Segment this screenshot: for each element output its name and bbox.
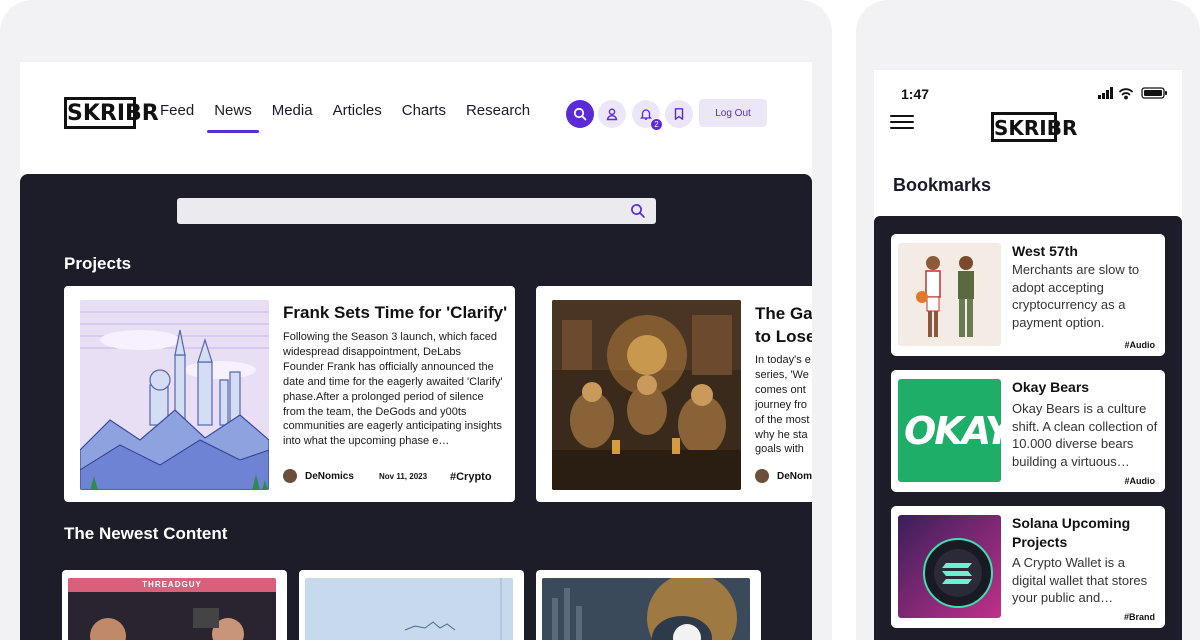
wifi-icon [1119,88,1133,100]
excerpt-line: In today's e [755,354,811,366]
project-image [80,300,269,490]
author-name[interactable]: DeNom [777,471,812,482]
page-title: Bookmarks [893,175,992,195]
solana-illustration [898,515,1001,618]
battery-icon [1141,87,1167,99]
author-name[interactable]: DeNomics [305,471,354,482]
content-thumbnail [305,578,513,640]
bookmarks-list: West 57th Merchants are slow to adopt ac… [874,216,1182,640]
desktop-mockup: SKRIBR Feed News Media Articles Charts R… [0,0,832,640]
project-excerpt: Following the Season 3 launch, which fac… [283,331,503,448]
bookmark-card[interactable]: OKAY Okay Bears Okay Bears is a culture … [891,370,1165,492]
players-illustration [898,243,1001,346]
mobile-mockup: 1:47 SKRIBR Bookmarks West 57th Merchant… [856,0,1200,640]
author-avatar [283,469,297,483]
notification-badge: 2 [650,118,663,131]
chart-thumbnail [305,578,513,640]
bookmark-icon [674,108,684,120]
menu-icon [890,127,914,129]
mobile-screen: 1:47 SKRIBR Bookmarks West 57th Merchant… [874,70,1182,640]
nav-feed[interactable]: Feed [160,102,194,127]
project-excerpt: In today's e series, 'We comes ont journ… [755,353,812,457]
projects-heading: Projects [64,254,132,273]
thumbnail-label: THREADGUY [142,580,202,589]
bookmark-card[interactable]: Solana Upcoming Projects A Crypto Wallet… [891,506,1165,628]
bookmark-tag[interactable]: #Audio [1125,476,1156,486]
excerpt-line: comes ont [755,383,806,396]
nav-articles[interactable]: Articles [333,102,382,127]
content-card[interactable] [536,570,761,640]
content-thumbnail: THREADGUY [68,578,276,640]
desktop-screen: SKRIBR Feed News Media Articles Charts R… [20,62,812,640]
signal-icon [1098,87,1113,99]
project-meta: DeNomics Nov 11, 2023 #Crypto [283,469,503,485]
bookmark-excerpt: Merchants are slow to adopt accepting cr… [1012,262,1140,330]
nav-charts[interactable]: Charts [402,102,446,127]
nav-media[interactable]: Media [272,102,313,127]
excerpt-line: series, 'We [755,368,809,381]
bookmark-title[interactable]: Solana Upcoming Projects [1012,514,1160,552]
tavern-illustration [552,300,741,490]
bookmark-image [898,515,1001,618]
content-card[interactable]: THREADGUY [62,570,287,640]
bookmark-card[interactable]: West 57th Merchants are slow to adopt ac… [891,234,1165,356]
city-illustration [80,300,269,490]
site-logo[interactable]: SKRIBR [64,97,159,129]
nav-news[interactable]: News [207,102,259,133]
search-button[interactable] [566,100,594,128]
notifications-button[interactable]: 2 [632,100,663,131]
bookmark-excerpt: Okay Bears is a culture shift. A clean c… [1012,401,1158,469]
excerpt-line: goals with [755,443,804,456]
bookmark-tag[interactable]: #Audio [1125,340,1156,350]
status-time: 1:47 [901,86,930,102]
logout-button[interactable]: Log Out [699,99,767,127]
project-title-line: to Lose [755,327,812,346]
profile-button[interactable] [598,100,626,128]
project-title[interactable]: The Ga to Lose [755,302,812,348]
bitcoin-thumbnail [542,578,750,640]
search-icon [573,107,587,121]
search-input[interactable] [177,198,656,224]
project-title[interactable]: Frank Sets Time for 'Clarify' [283,303,507,323]
bookmark-title[interactable]: West 57th [1012,242,1160,261]
user-icon [606,108,618,121]
search-icon [631,204,645,218]
bell-icon [639,109,653,120]
bookmark-excerpt: A Crypto Wallet is a digital wallet that… [1012,555,1148,605]
bookmarks-button[interactable] [665,100,693,128]
menu-icon [890,115,914,117]
project-card[interactable]: The Ga to Lose In today's e series, 'We … [536,286,812,502]
content-card[interactable] [299,570,524,640]
post-date: Nov 11, 2023 [379,472,428,481]
project-image [552,300,741,490]
bookmark-tag[interactable]: #Brand [1124,612,1155,622]
newest-heading: The Newest Content [64,524,228,543]
okay-logo-text: OKAY [904,409,1001,453]
menu-button[interactable] [890,115,914,129]
main-nav: Feed News Media Articles Charts Research [160,102,550,133]
post-tag[interactable]: #Crypto [450,471,492,483]
excerpt-line: why he sta [755,428,808,441]
project-title-line: The Ga [755,304,812,323]
site-logo[interactable]: SKRIBR [991,112,1077,142]
author-avatar [755,469,769,483]
menu-icon [890,121,914,123]
excerpt-line: journey fro [755,398,807,411]
nav-research[interactable]: Research [466,102,530,127]
content-thumbnail [542,578,750,640]
bookmark-title[interactable]: Okay Bears [1012,378,1160,397]
top-navbar: SKRIBR Feed News Media Articles Charts R… [20,62,812,174]
status-bar-icons [1098,86,1168,100]
project-meta: DeNom [755,469,812,485]
bookmark-image [898,243,1001,346]
excerpt-line: of the most [755,413,810,426]
content-area: Projects Frank Sets Time for 'Clarify' F… [20,174,812,640]
project-card[interactable]: Frank Sets Time for 'Clarify' Following … [64,286,515,502]
bookmark-image: OKAY [898,379,1001,482]
